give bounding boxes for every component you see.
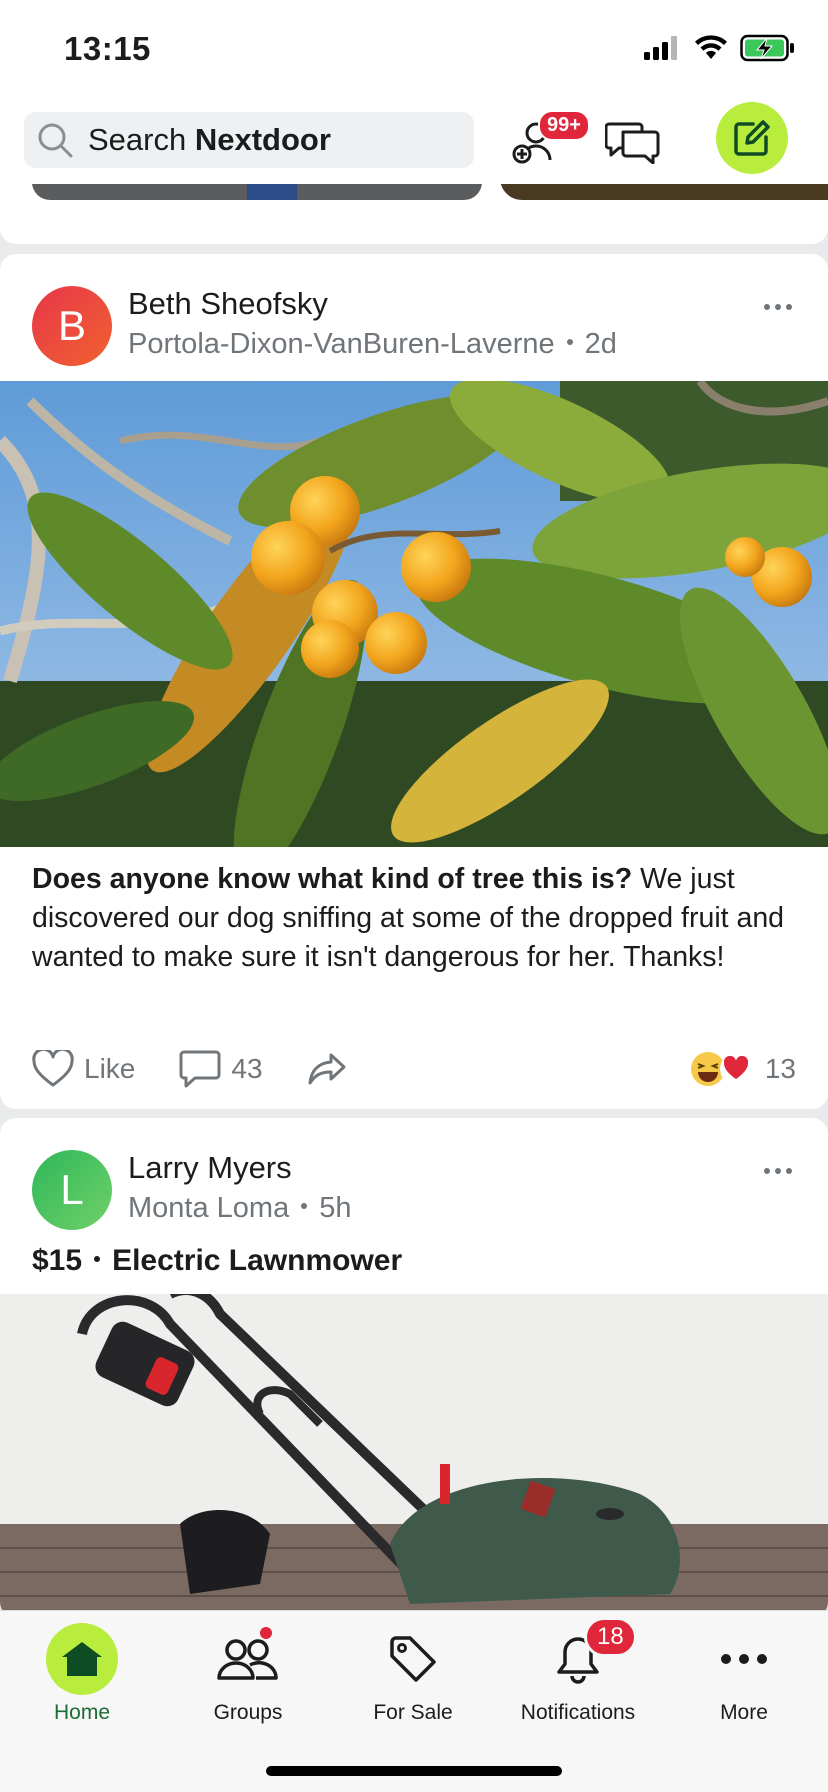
- nav-home[interactable]: Home: [2, 1623, 162, 1733]
- search-brand: Nextdoor: [194, 122, 331, 157]
- avatar-letter: B: [57, 302, 86, 349]
- like-button[interactable]: Like: [32, 1050, 135, 1088]
- nav-home-label: Home: [53, 1701, 111, 1724]
- post-meta: Portola-Dixon-VanBuren-Laverne 2d: [128, 328, 617, 361]
- search-prefix: Search: [88, 122, 195, 157]
- notifications-badge: 18: [584, 1617, 637, 1657]
- invite-badge: 99+: [538, 110, 590, 141]
- bell-icon-wrap: 18: [542, 1617, 637, 1695]
- wifi-icon: [695, 35, 727, 59]
- post-menu-button[interactable]: [764, 1168, 792, 1174]
- comment-button[interactable]: 43: [179, 1049, 263, 1089]
- groups-icon: [217, 1639, 278, 1680]
- post-body[interactable]: Does anyone know what kind of tree this …: [32, 860, 802, 977]
- loquat-tree-photo: [0, 381, 828, 847]
- heart-outline-icon: [32, 1050, 74, 1087]
- price-tag-icon: [390, 1636, 436, 1682]
- bottom-nav: Home Groups For Sale 18 Notifications Mo…: [0, 1610, 828, 1792]
- search-icon: [38, 123, 73, 158]
- nav-notifications[interactable]: 18 Notifications: [498, 1617, 658, 1733]
- status-bar: 13:15: [0, 0, 828, 100]
- neighborhood[interactable]: Monta Loma: [128, 1192, 289, 1224]
- author-name[interactable]: Beth Sheofsky: [128, 286, 328, 322]
- nav-for-sale[interactable]: For Sale: [333, 1623, 493, 1733]
- home-indicator[interactable]: [266, 1766, 562, 1776]
- signal-icon: [644, 36, 677, 60]
- reactions-summary[interactable]: 13: [689, 1044, 796, 1094]
- price-tag-icon-wrap: [377, 1623, 449, 1695]
- listing-image[interactable]: [0, 1294, 828, 1618]
- for-sale-post-card: L Larry Myers Monta Loma 5h $15 Electric L…: [0, 1118, 828, 1618]
- messages-icon: [605, 122, 660, 164]
- avatar-letter: L: [60, 1166, 84, 1213]
- post-card: B Beth Sheofsky Portola-Dixon-VanBuren-L…: [0, 254, 828, 1109]
- more-icon-wrap: [708, 1623, 780, 1695]
- post-menu-button[interactable]: [764, 304, 792, 310]
- home-icon: [62, 1642, 102, 1676]
- listing-price: $15: [32, 1244, 83, 1277]
- reaction-count: 13: [764, 1053, 796, 1084]
- post-actions: Like 43 13: [32, 1044, 796, 1094]
- neighborhood[interactable]: Portola-Dixon-VanBuren-Laverne: [128, 328, 555, 360]
- share-icon: [308, 1053, 346, 1085]
- groups-icon-wrap: [212, 1623, 284, 1695]
- search-bar[interactable]: Search Nextdoor: [24, 112, 474, 168]
- compose-button[interactable]: [716, 102, 788, 174]
- like-label: Like: [84, 1053, 136, 1084]
- compose-icon: [734, 120, 770, 156]
- more-icon: [721, 1654, 767, 1664]
- nav-more-label: More: [720, 1701, 768, 1724]
- post-image[interactable]: [0, 381, 828, 847]
- previous-post-image-2: [500, 184, 828, 200]
- nav-groups-label: Groups: [213, 1701, 283, 1724]
- nav-groups[interactable]: Groups: [168, 1623, 328, 1733]
- status-time: 13:15: [64, 30, 151, 67]
- avatar[interactable]: L: [32, 1150, 112, 1230]
- messages-button[interactable]: [598, 106, 668, 176]
- home-icon-circle: [46, 1623, 118, 1695]
- previous-post-remnant: [0, 184, 828, 244]
- post-age: 5h: [319, 1192, 352, 1224]
- battery-charging-icon: [740, 34, 794, 62]
- search-placeholder: Search Nextdoor: [88, 122, 331, 158]
- previous-post-image: [32, 184, 482, 200]
- post-question: Does anyone know what kind of tree this …: [32, 863, 633, 895]
- lawnmower-photo: [0, 1294, 828, 1618]
- add-neighbor-button[interactable]: 99+: [500, 106, 590, 176]
- post-meta: Monta Loma 5h: [128, 1192, 351, 1225]
- listing-title: Electric Lawnmower: [112, 1244, 403, 1277]
- author-name[interactable]: Larry Myers: [128, 1150, 292, 1186]
- avatar[interactable]: B: [32, 286, 112, 366]
- top-bar: Search Nextdoor 99+: [0, 100, 828, 184]
- heart-emoji-icon: [719, 1053, 752, 1085]
- comment-icon: [179, 1050, 221, 1088]
- nav-more[interactable]: More: [664, 1623, 824, 1733]
- post-age: 2d: [584, 328, 617, 360]
- listing-title-line[interactable]: $15 Electric Lawnmower: [32, 1244, 402, 1278]
- comment-count: 43: [231, 1053, 263, 1084]
- nav-for-sale-label: For Sale: [373, 1701, 453, 1724]
- groups-notification-dot: [260, 1627, 272, 1639]
- nav-notifications-label: Notifications: [520, 1701, 636, 1724]
- share-button[interactable]: [307, 1051, 347, 1087]
- status-icons: [644, 34, 796, 62]
